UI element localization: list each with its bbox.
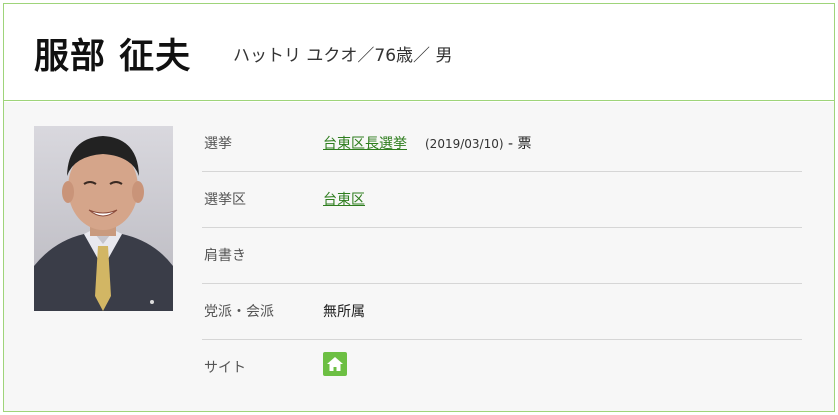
party-value: 無所属	[323, 304, 365, 320]
election-label: 選挙	[204, 136, 232, 152]
candidate-kana-age-gender: ハットリ ユクオ／76歳／ 男	[233, 46, 453, 66]
district-value: 台東区	[323, 189, 365, 209]
party-label: 党派・会派	[204, 304, 274, 320]
election-votes: - 票	[507, 136, 532, 152]
details-table: 選挙 台東区長選挙 (2019/03/10) - 票 選挙区 台東区 肩書き 党派…	[202, 116, 802, 396]
election-link[interactable]: 台東区長選挙	[323, 136, 407, 152]
row-district: 選挙区 台東区	[202, 172, 802, 228]
row-election: 選挙 台東区長選挙 (2019/03/10) - 票	[202, 116, 802, 172]
district-label: 選挙区	[204, 192, 246, 208]
election-date: (2019/03/10)	[425, 137, 504, 151]
row-site: サイト	[202, 340, 802, 396]
title-label: 肩書き	[204, 248, 246, 264]
candidate-details-section: 選挙 台東区長選挙 (2019/03/10) - 票 選挙区 台東区 肩書き 党派…	[4, 102, 834, 411]
election-value: 台東区長選挙 (2019/03/10) - 票	[323, 133, 532, 153]
candidate-header: 服部 征夫 ハットリ ユクオ／76歳／ 男	[4, 4, 834, 101]
district-link[interactable]: 台東区	[323, 192, 365, 208]
candidate-photo	[34, 126, 173, 311]
home-icon	[327, 357, 343, 371]
home-site-button[interactable]	[323, 352, 347, 376]
site-label: サイト	[204, 360, 246, 376]
candidate-name: 服部 征夫	[34, 37, 192, 77]
row-party: 党派・会派 無所属	[202, 284, 802, 340]
candidate-card: 服部 征夫 ハットリ ユクオ／76歳／ 男 選挙 台東区長選挙 (2019/03…	[3, 3, 835, 412]
row-title: 肩書き	[202, 228, 802, 284]
